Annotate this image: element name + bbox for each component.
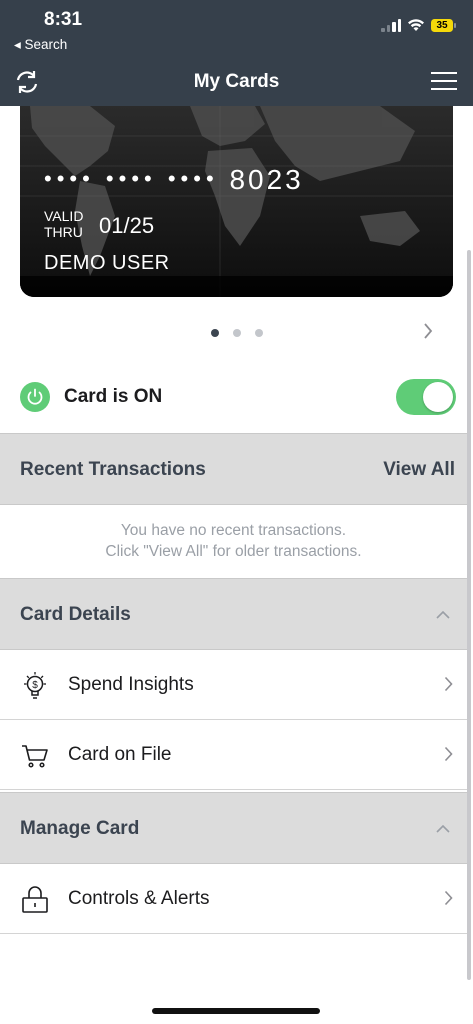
empty-line-1: You have no recent transactions. — [120, 522, 347, 539]
controls-alerts-row[interactable]: Controls & Alerts — [0, 864, 467, 934]
svg-text:$: $ — [32, 680, 38, 691]
valid-thru-label: VALID THRU — [44, 208, 83, 240]
card-image[interactable]: •••• •••• •••• 8023 VALID THRU 01/25 DEM… — [20, 106, 453, 297]
chevron-up-icon[interactable] — [436, 610, 450, 619]
card-on-toggle[interactable] — [396, 379, 456, 415]
recent-transactions-header: Recent Transactions View All — [0, 433, 467, 505]
valid-label: VALID — [44, 208, 84, 224]
back-to-search-link[interactable]: ◂ Search — [14, 37, 67, 53]
masked-digits: •••• •••• •••• — [44, 166, 219, 191]
home-indicator[interactable] — [152, 1008, 320, 1014]
signal-icon — [381, 18, 401, 32]
chevron-right-icon — [444, 676, 453, 692]
card-pager — [211, 329, 263, 337]
top-bar: 8:31 ◂ Search 35 My Cards — [0, 0, 473, 106]
chevron-right-icon[interactable] — [423, 322, 433, 340]
cart-icon — [22, 745, 48, 768]
chevron-right-icon — [444, 890, 453, 906]
chevron-up-icon[interactable] — [436, 824, 450, 833]
card-holder-name: DEMO USER — [44, 252, 170, 274]
thru-label: THRU — [44, 224, 83, 240]
card-expiry: 01/25 — [99, 213, 155, 238]
recent-transactions-title: Recent Transactions — [20, 459, 206, 480]
lock-icon — [22, 886, 48, 913]
manage-card-header[interactable]: Manage Card — [0, 792, 467, 864]
scrollbar[interactable] — [467, 250, 471, 980]
card-last4: 8023 — [229, 164, 304, 195]
empty-line-2: Click "View All" for older transactions. — [105, 543, 362, 560]
battery-icon: 35 — [431, 18, 456, 32]
lightbulb-dollar-icon: $ — [24, 672, 46, 699]
view-all-link[interactable]: View All — [383, 459, 455, 481]
card-number: •••• •••• •••• 8023 — [44, 164, 304, 196]
chevron-right-icon — [444, 746, 453, 762]
pager-dot[interactable] — [255, 329, 263, 337]
card-toggle-row: Card is ON — [0, 362, 467, 432]
card-on-file-label: Card on File — [68, 744, 172, 765]
card-details-header[interactable]: Card Details — [0, 578, 467, 650]
manage-card-title: Manage Card — [20, 818, 140, 839]
page-title: My Cards — [193, 71, 280, 92]
card-status-label: Card is ON — [64, 386, 163, 407]
spend-insights-label: Spend Insights — [68, 674, 194, 695]
controls-alerts-label: Controls & Alerts — [68, 888, 210, 909]
spend-insights-row[interactable]: $ Spend Insights — [0, 650, 467, 720]
status-time: 8:31 — [44, 9, 83, 30]
status-icons: 35 — [381, 18, 456, 32]
pager-dot[interactable] — [211, 329, 219, 337]
pager-dot[interactable] — [233, 329, 241, 337]
power-icon — [20, 382, 50, 412]
card-on-file-row[interactable]: Card on File — [0, 720, 467, 790]
wifi-icon — [408, 19, 424, 31]
menu-icon[interactable] — [431, 70, 457, 92]
card-details-title: Card Details — [20, 604, 131, 625]
no-transactions-message: You have no recent transactions. Click "… — [0, 506, 467, 578]
